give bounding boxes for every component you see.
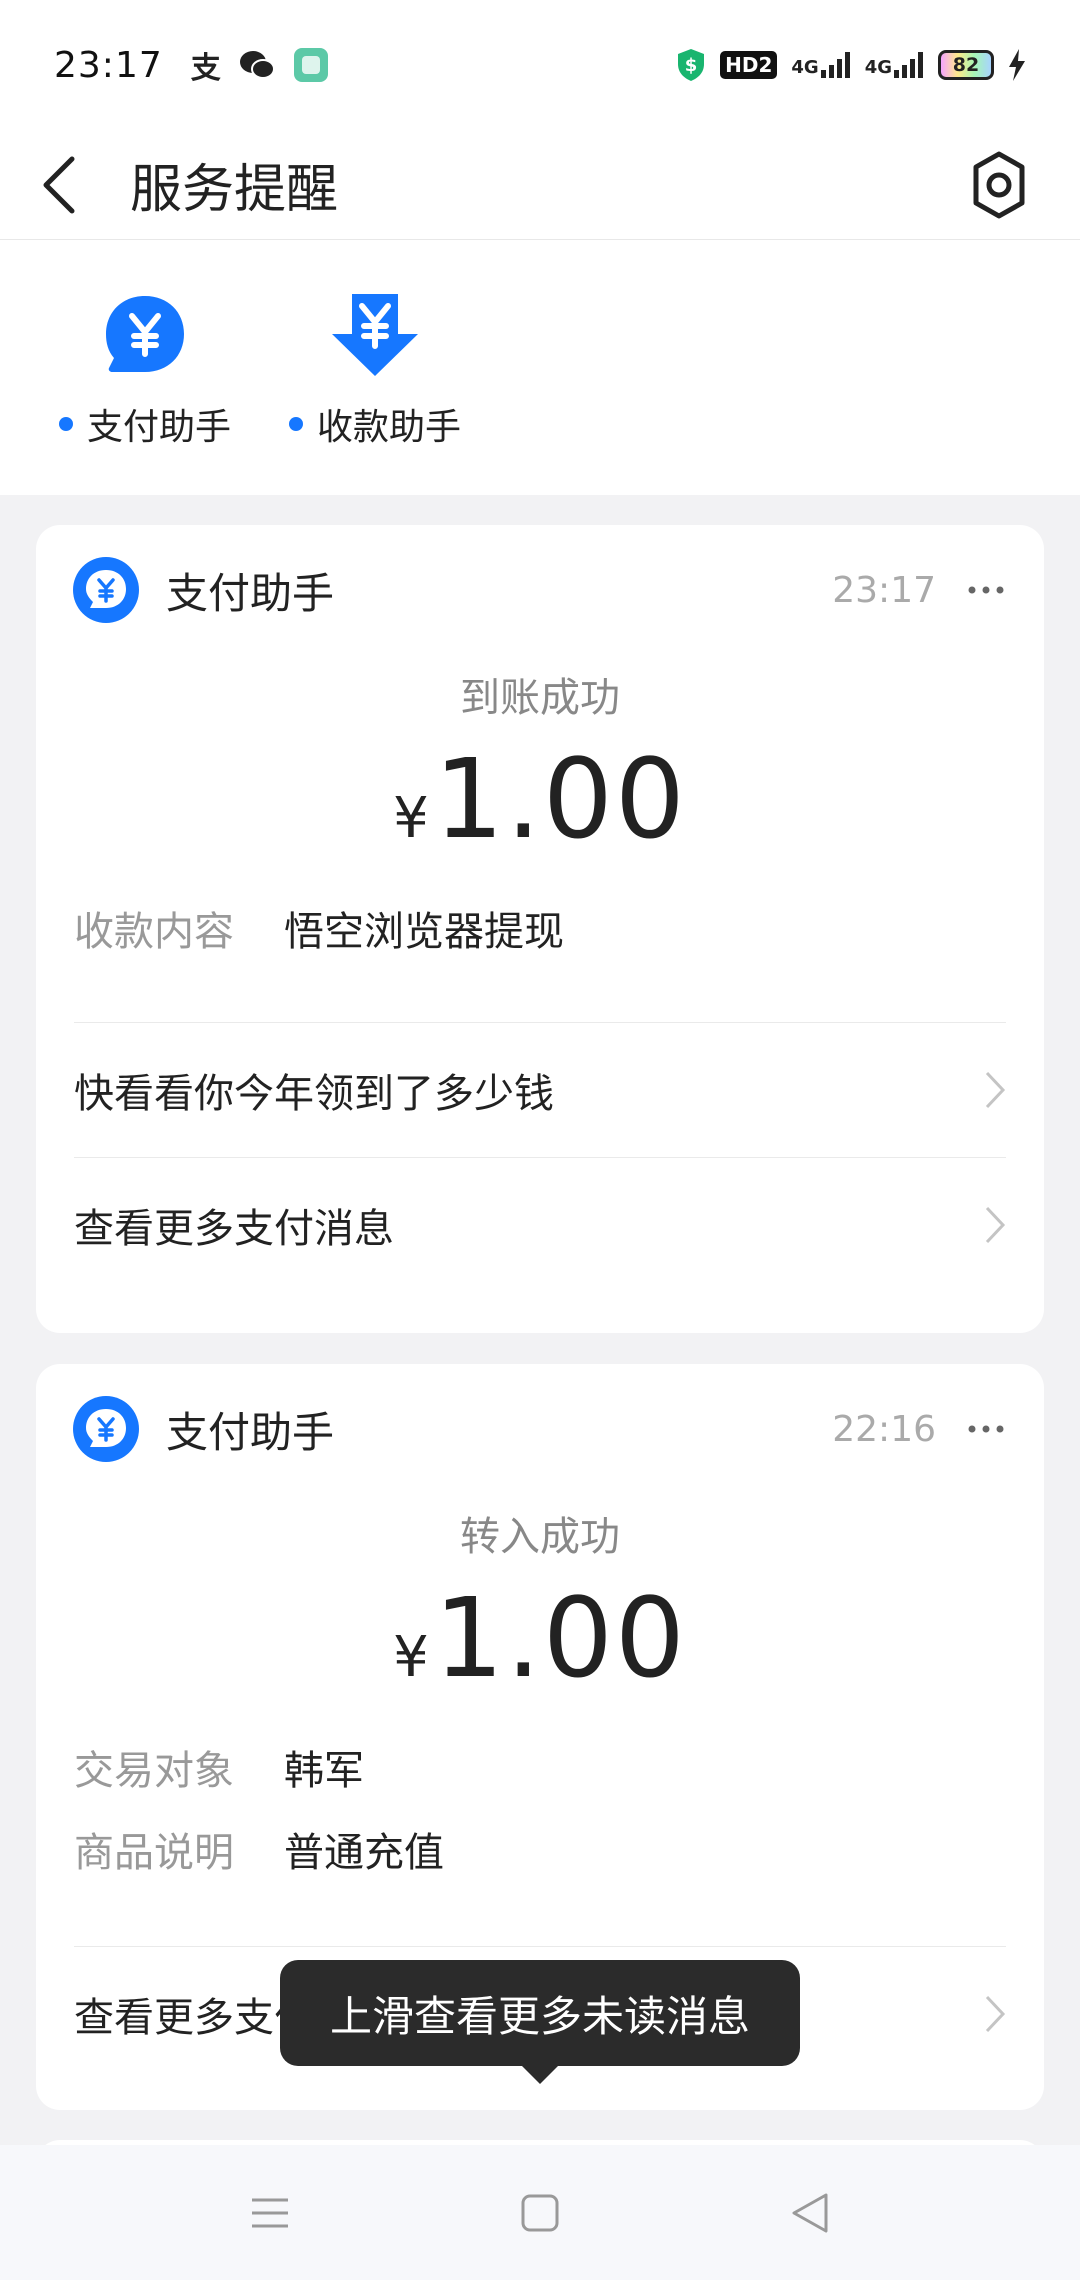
chevron-right-icon <box>985 1206 1006 1244</box>
detail-row: 交易对象 韩军 <box>36 1738 1044 1796</box>
receive-assistant-icon <box>330 290 420 380</box>
header: 服务提醒 <box>0 130 1080 240</box>
hd-voice-icon: HD2 <box>720 51 778 79</box>
chevron-right-icon <box>985 1995 1006 2033</box>
detail-value: 韩军 <box>284 1748 364 1794</box>
shortcut-receive-assistant[interactable]: 收款助手 <box>280 240 470 495</box>
signal-2-icon: 4G <box>865 52 924 78</box>
card-sender-name: 支付助手 <box>166 568 335 618</box>
payment-amount: ¥ 1.00 <box>36 1574 1044 1702</box>
unread-dot <box>58 417 73 431</box>
detail-value: 悟空浏览器提现 <box>284 909 564 955</box>
more-dots-icon <box>968 1425 1004 1433</box>
card-header: 支付助手 23:17 <box>36 525 1044 655</box>
card-time: 23:17 <box>832 569 936 611</box>
unread-dot <box>288 417 303 431</box>
payment-amount: ¥ 1.00 <box>36 735 1044 863</box>
scroll-hint-toast: 上滑查看更多未读消息 <box>280 1960 800 2066</box>
chevron-right-icon <box>985 1071 1006 1109</box>
detail-row: 商品说明 普通充值 <box>36 1820 1044 1878</box>
card-sender-name: 支付助手 <box>166 1407 335 1457</box>
battery-icon: 82 <box>938 50 994 80</box>
status-right: $ HD2 4G 4G 82 <box>676 48 1026 82</box>
link-row-year-summary[interactable]: 快看看你今年领到了多少钱 <box>74 1022 1006 1157</box>
detail-key: 商品说明 <box>74 1830 234 1876</box>
svg-text:$: $ <box>685 55 698 76</box>
status-time: 23:17 <box>54 44 163 86</box>
charging-icon <box>1009 49 1025 81</box>
alipay-icon: 支 <box>190 51 221 86</box>
payment-status: 到账成功 <box>460 675 620 721</box>
status-bar: 23:17 支 $ HD2 4G 4G 82 <box>0 0 1080 130</box>
page-title: 服务提醒 <box>130 160 339 220</box>
assistant-shortcuts: 支付助手 收款助手 <box>0 240 1080 495</box>
system-nav-bar <box>0 2145 1080 2280</box>
pay-assistant-avatar <box>73 1396 139 1462</box>
link-row-more-messages[interactable]: 查看更多支付消息 <box>74 1157 1006 1292</box>
menu-icon <box>252 2198 288 2227</box>
message-card-1[interactable]: 支付助手 23:17 到账成功 ¥ 1.00 收款内容 悟空浏览器提现 快看看你… <box>36 525 1044 1333</box>
more-options-button[interactable] <box>966 570 1006 610</box>
back-button[interactable] <box>40 130 130 240</box>
pay-assistant-avatar <box>73 557 139 623</box>
detail-value: 普通充值 <box>284 1830 444 1876</box>
app-icon <box>293 48 328 82</box>
currency-symbol: ¥ <box>393 1625 429 1690</box>
link-label: 查看更多支付消息 <box>74 1206 394 1252</box>
shortcut-label: 收款助手 <box>316 407 461 448</box>
back-triangle-icon <box>792 2193 828 2232</box>
gear-icon <box>973 151 1025 218</box>
wechat-icon <box>239 51 275 79</box>
toast-pointer <box>522 2066 558 2084</box>
home-square-icon <box>521 2194 559 2231</box>
security-shield-icon: $ <box>678 49 705 81</box>
back-arrow-icon <box>43 156 75 213</box>
settings-button[interactable] <box>954 140 1044 230</box>
notification-icons: 支 <box>191 43 329 87</box>
payment-status: 转入成功 <box>460 1514 620 1560</box>
card-time: 22:16 <box>832 1408 936 1450</box>
back-nav-button[interactable] <box>775 2178 845 2248</box>
more-dots-icon <box>968 586 1004 594</box>
detail-key: 交易对象 <box>74 1748 234 1794</box>
shortcut-label: 支付助手 <box>86 407 231 448</box>
amount-value: 1.00 <box>433 1574 687 1702</box>
more-options-button[interactable] <box>966 1409 1006 1449</box>
detail-row: 收款内容 悟空浏览器提现 <box>36 899 1044 957</box>
recent-apps-button[interactable] <box>235 2178 305 2248</box>
detail-key: 收款内容 <box>74 909 234 955</box>
card-header: 支付助手 22:16 <box>36 1364 1044 1494</box>
amount-value: 1.00 <box>433 735 687 863</box>
link-label: 快看看你今年领到了多少钱 <box>74 1071 554 1117</box>
home-button[interactable] <box>505 2178 575 2248</box>
shortcut-pay-assistant[interactable]: 支付助手 <box>50 240 240 495</box>
currency-symbol: ¥ <box>393 786 429 851</box>
signal-1-icon: 4G <box>791 52 850 78</box>
pay-assistant-icon <box>100 290 190 380</box>
